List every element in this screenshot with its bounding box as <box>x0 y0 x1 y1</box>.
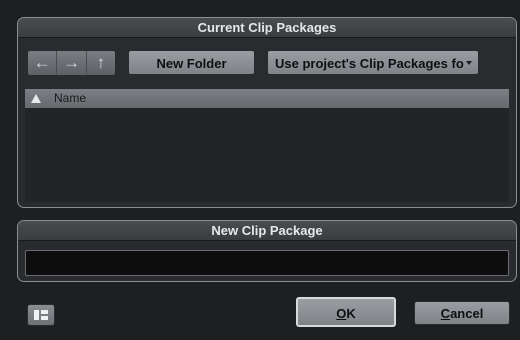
up-button[interactable]: ↑ <box>87 51 115 75</box>
panel-title: New Clip Package <box>18 221 516 241</box>
chevron-down-icon <box>466 61 472 65</box>
new-folder-button[interactable]: New Folder <box>128 50 255 75</box>
column-header-name[interactable]: Name <box>25 89 509 108</box>
layout-toggle-icon <box>34 310 48 320</box>
location-select[interactable]: Use project's Clip Packages fo <box>267 50 479 75</box>
cancel-label-rest: ancel <box>450 306 484 321</box>
cancel-button[interactable]: Cancel <box>414 301 510 325</box>
arrow-left-icon: ← <box>33 53 51 72</box>
sort-ascending-icon <box>31 94 41 103</box>
arrow-right-icon: → <box>62 53 80 72</box>
ok-label-rest: K <box>346 306 356 321</box>
ok-button[interactable]: OK <box>296 297 396 327</box>
panel-title: Current Clip Packages <box>18 18 516 38</box>
layout-toggle-button[interactable] <box>27 304 55 326</box>
package-name-input[interactable] <box>25 250 509 276</box>
arrow-up-icon: ↑ <box>96 53 106 72</box>
forward-button[interactable]: → <box>57 51 87 75</box>
cancel-mnemonic: C <box>440 306 451 321</box>
column-header-label: Name <box>54 91 87 105</box>
new-clip-package-panel: New Clip Package <box>17 220 517 282</box>
back-button[interactable]: ← <box>28 51 58 75</box>
clip-package-list[interactable]: Name <box>25 89 509 202</box>
ok-mnemonic: O <box>336 306 347 321</box>
current-clip-packages-panel: Current Clip Packages ← → ↑ New Folder U… <box>17 17 517 208</box>
location-select-value: Use project's Clip Packages fo <box>275 56 464 71</box>
browser-toolbar: ← → ↑ New Folder Use project's Clip Pack… <box>27 50 507 76</box>
navigation-buttons: ← → ↑ <box>27 50 116 76</box>
